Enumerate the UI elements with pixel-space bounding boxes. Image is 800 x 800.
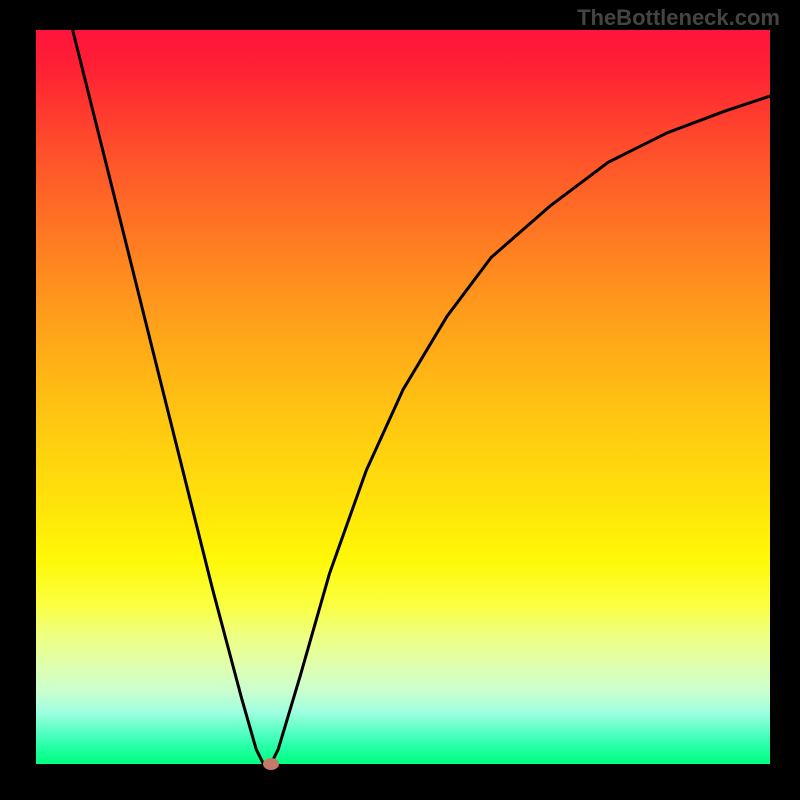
optimum-marker <box>263 758 279 770</box>
watermark-text: TheBottleneck.com <box>577 5 780 31</box>
chart-plot-area <box>36 30 770 764</box>
bottleneck-curve <box>36 30 770 764</box>
